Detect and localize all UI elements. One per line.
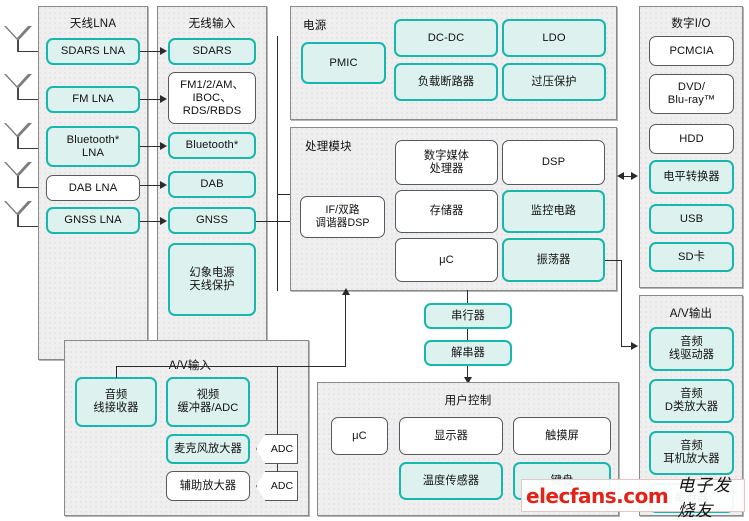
adc-shape-1[interactable]: ADC	[256, 434, 298, 464]
block-gnss-lna[interactable]: GNSS LNA	[46, 207, 140, 234]
adc-label-2: ADC	[270, 480, 294, 492]
antenna-feed-3	[18, 148, 40, 150]
link-btlna-bt	[140, 146, 162, 148]
block-pmic[interactable]: PMIC	[301, 42, 386, 84]
block-display[interactable]: 显示器	[399, 417, 503, 455]
group-digital-io-title: 数字I/O	[671, 18, 711, 30]
wireless-bus-down	[277, 194, 279, 196]
arrow-to-av-output	[631, 342, 638, 350]
block-gnss[interactable]: GNSS	[168, 207, 256, 234]
antenna-feed-1	[18, 51, 40, 53]
group-power-title: 电源	[303, 20, 327, 32]
link-gnsslna-gnss	[140, 221, 162, 223]
block-dab-lna[interactable]: DAB LNA	[46, 175, 140, 201]
group-processing-title: 处理模块	[305, 141, 352, 153]
adc-label-1: ADC	[270, 443, 294, 455]
antenna-icon-4	[4, 162, 34, 190]
block-digital-media-processor[interactable]: 数字媒体 处理器	[395, 140, 498, 185]
arrow-dab	[160, 181, 167, 189]
group-av-input-title: A/V输入	[168, 360, 212, 372]
block-fm-am-iboc-rds[interactable]: FM1/2/AM、 IBOC、 RDS/RBDS	[168, 72, 256, 124]
block-overvoltage-protection[interactable]: 过压保护	[502, 63, 606, 101]
block-usb[interactable]: USB	[649, 204, 734, 234]
block-bluetooth-lna[interactable]: Bluetooth* LNA	[46, 126, 140, 167]
link-serializer-to-deserializer	[467, 329, 469, 340]
group-av-output-title: A/V输出	[669, 308, 713, 320]
avinput-bus-left-stub	[116, 366, 118, 378]
link-avout-vertical	[621, 260, 623, 347]
group-user-control-title: 用户控制	[444, 395, 492, 407]
arrow-bluetooth	[160, 142, 167, 150]
block-audio-line-receiver[interactable]: 音频 线接收器	[75, 377, 157, 427]
block-phantom-power-antenna-protection[interactable]: 幻象电源 天线保护	[168, 243, 256, 316]
block-dsp[interactable]: DSP	[502, 140, 605, 185]
block-memory[interactable]: 存储器	[395, 190, 498, 233]
block-level-translator[interactable]: 电平转换器	[649, 160, 734, 194]
block-touchscreen[interactable]: 触摸屏	[513, 417, 611, 455]
block-video-buffer-adc[interactable]: 视频 缓冲器/ADC	[166, 377, 250, 427]
antenna-feed-2	[18, 99, 40, 101]
block-fm-lna[interactable]: FM LNA	[46, 86, 140, 113]
antenna-triangle-inner	[6, 74, 29, 86]
block-diagram-canvas: 天线LNA SDARS LNA FM LNA Bluetooth* LNA DA…	[0, 0, 749, 521]
arrow-sdars	[160, 47, 167, 55]
antenna-triangle-inner	[6, 26, 29, 38]
antenna-feed-4	[18, 187, 40, 189]
watermark-brand: elecfans.com	[526, 483, 669, 508]
block-user-microcontroller[interactable]: μC	[331, 417, 388, 455]
watermark: elecfans.com 电子发烧友	[521, 476, 745, 521]
block-hdd[interactable]: HDD	[649, 124, 734, 154]
block-audio-headphone-amp[interactable]: 音频 耳机放大器	[649, 431, 734, 475]
adc-shape-2[interactable]: ADC	[256, 471, 298, 501]
arrow-to-processing	[617, 172, 624, 180]
block-microphone-amp[interactable]: 麦克风放大器	[166, 434, 250, 464]
antenna-icon-2	[4, 74, 34, 102]
block-serializer[interactable]: 串行器	[424, 303, 512, 329]
avinput-bus-horizontal	[116, 366, 346, 368]
group-wireless-input-title: 无线输入	[188, 18, 236, 30]
block-temperature-sensor[interactable]: 温度传感器	[399, 462, 503, 500]
link-processing-to-serializer	[467, 290, 469, 303]
link-dablna-dab	[140, 185, 162, 187]
block-ldo[interactable]: LDO	[502, 19, 606, 57]
antenna-icon-1	[4, 26, 34, 54]
avinput-bus-to-processing	[345, 292, 347, 367]
adc-feed-vertical	[277, 366, 279, 434]
block-load-breaker[interactable]: 负载断路器	[394, 63, 498, 101]
watermark-brand-cn: 电子发烧友	[677, 475, 732, 521]
link-oscillator-right	[605, 260, 622, 262]
antenna-icon-3	[4, 123, 34, 151]
block-sd-card[interactable]: SD卡	[649, 242, 734, 272]
block-monitor-circuit[interactable]: 监控电路	[502, 190, 605, 233]
block-dvd-bluray[interactable]: DVD/ Blu-ray™	[649, 74, 734, 114]
block-audio-class-d-amp[interactable]: 音频 D类放大器	[649, 379, 734, 423]
adc-feed-bridge	[277, 464, 279, 472]
block-bluetooth[interactable]: Bluetooth*	[168, 132, 256, 159]
wireless-bus-vertical	[277, 36, 279, 291]
antenna-triangle-inner	[6, 162, 29, 174]
arrow-to-digital-io	[631, 172, 638, 180]
block-sdars-lna[interactable]: SDARS LNA	[46, 38, 140, 65]
block-auxiliary-amp[interactable]: 辅助放大器	[166, 471, 250, 501]
block-if-dual-tuner-dsp[interactable]: IF/双路 调谐器DSP	[300, 196, 385, 238]
antenna-triangle-inner	[6, 201, 29, 213]
group-antenna-lna-title: 天线LNA	[69, 18, 117, 30]
arrow-gnss	[160, 217, 167, 225]
arrow-fm	[160, 95, 167, 103]
link-sdarslna-sdars	[140, 51, 162, 53]
block-pcmcia[interactable]: PCMCIA	[649, 36, 734, 66]
block-sdars[interactable]: SDARS	[168, 38, 256, 65]
antenna-triangle-inner	[6, 123, 29, 135]
arrow-avinput-to-processing	[342, 288, 350, 295]
block-dc-dc[interactable]: DC-DC	[394, 19, 498, 57]
antenna-icon-5	[4, 201, 34, 229]
link-fmlna-fm	[140, 99, 162, 101]
antenna-feed-5	[18, 226, 40, 228]
block-oscillator[interactable]: 振荡器	[502, 238, 605, 282]
block-deserializer[interactable]: 解串器	[424, 340, 512, 366]
block-dab[interactable]: DAB	[168, 171, 256, 198]
block-microcontroller[interactable]: μC	[395, 238, 498, 282]
block-audio-line-driver[interactable]: 音频 线驱动器	[649, 327, 734, 371]
